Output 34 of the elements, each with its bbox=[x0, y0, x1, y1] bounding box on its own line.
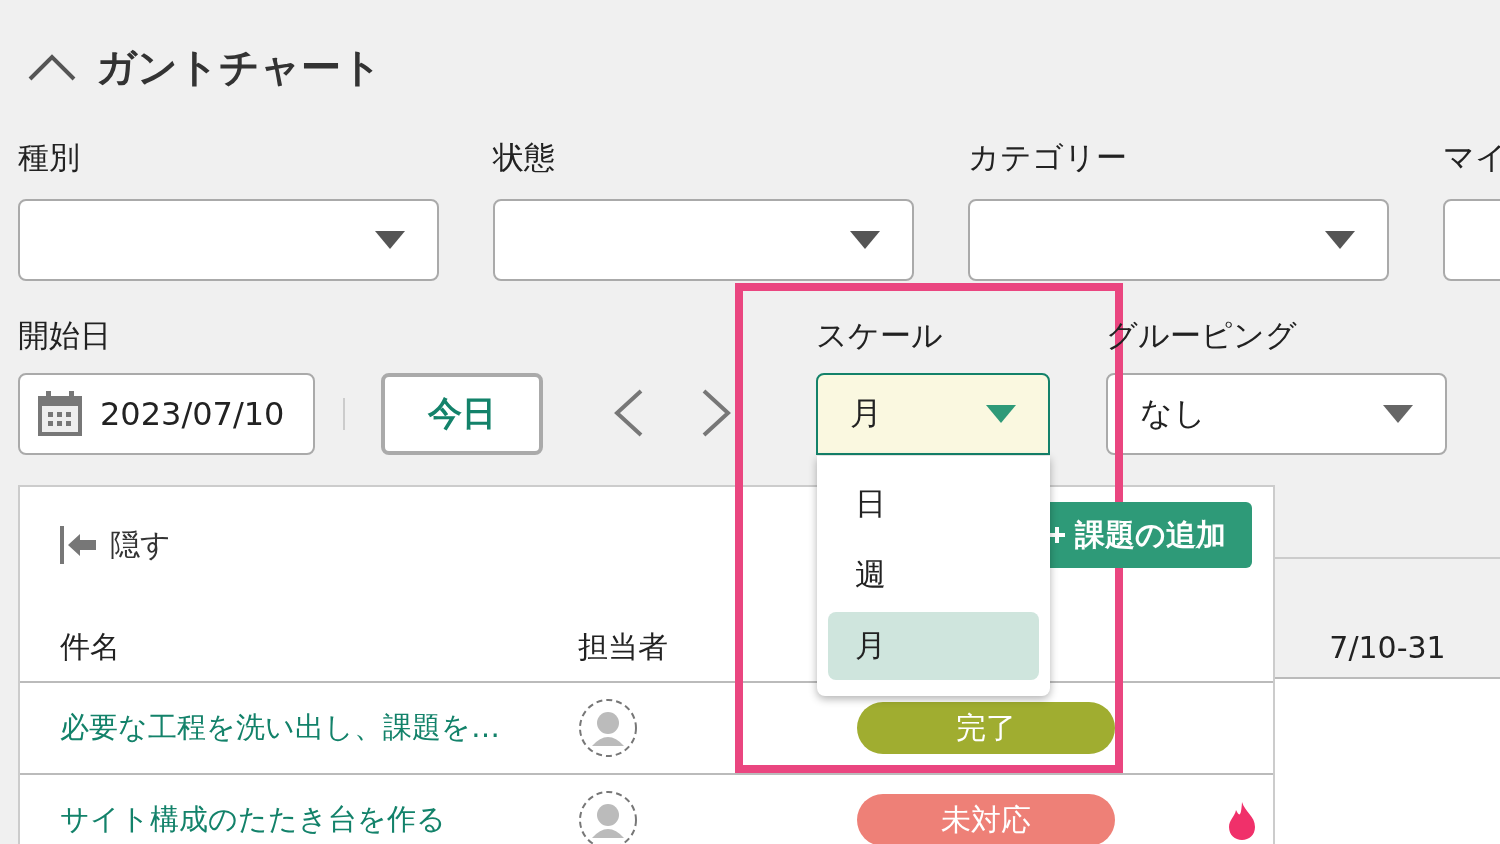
filter-select[interactable] bbox=[18, 199, 439, 281]
avatar-icon bbox=[578, 698, 638, 758]
dropdown-caret-icon bbox=[986, 405, 1016, 423]
filter-label: カテゴリー bbox=[968, 138, 1128, 177]
scale-select[interactable]: 月 bbox=[816, 373, 1050, 455]
date-field[interactable]: 2023/07/10 bbox=[18, 373, 315, 455]
grouping-select[interactable]: なし bbox=[1106, 373, 1447, 455]
filter-select[interactable] bbox=[968, 199, 1389, 281]
field-label: 開始日 bbox=[18, 316, 112, 355]
filter-select[interactable] bbox=[493, 199, 914, 281]
dropdown-caret-icon bbox=[850, 231, 880, 249]
today-button[interactable]: 今日 bbox=[381, 373, 543, 455]
status-badge: 未対応 bbox=[857, 794, 1115, 844]
dropdown-caret-icon bbox=[375, 231, 405, 249]
dropdown-option[interactable]: 月 bbox=[828, 612, 1039, 680]
filter-label: 種別 bbox=[18, 138, 81, 177]
calendar-icon bbox=[36, 390, 84, 438]
date-value: 2023/07/10 bbox=[100, 395, 285, 433]
previous-icon[interactable] bbox=[613, 389, 645, 437]
task-link[interactable]: サイト構成のたたき台を作る bbox=[60, 800, 446, 840]
collapse-left-icon bbox=[60, 526, 98, 564]
chevron-up-icon[interactable] bbox=[28, 53, 76, 81]
dropdown-caret-icon bbox=[1325, 231, 1355, 249]
field-label: スケール bbox=[816, 316, 944, 355]
task-link[interactable]: 必要な工程を洗い出し、課題を… bbox=[60, 708, 500, 748]
next-icon[interactable] bbox=[700, 389, 732, 437]
hide-button[interactable]: 隠す bbox=[60, 524, 171, 566]
dropdown-caret-icon bbox=[1383, 405, 1413, 423]
column-header: 件名 bbox=[20, 603, 560, 683]
period-label: 7/10-31 bbox=[1329, 629, 1446, 665]
filter-label: 状態 bbox=[493, 138, 556, 177]
avatar-icon bbox=[578, 790, 638, 844]
status-badge: 完了 bbox=[857, 702, 1115, 754]
section-title: ガントチャート bbox=[96, 42, 382, 92]
